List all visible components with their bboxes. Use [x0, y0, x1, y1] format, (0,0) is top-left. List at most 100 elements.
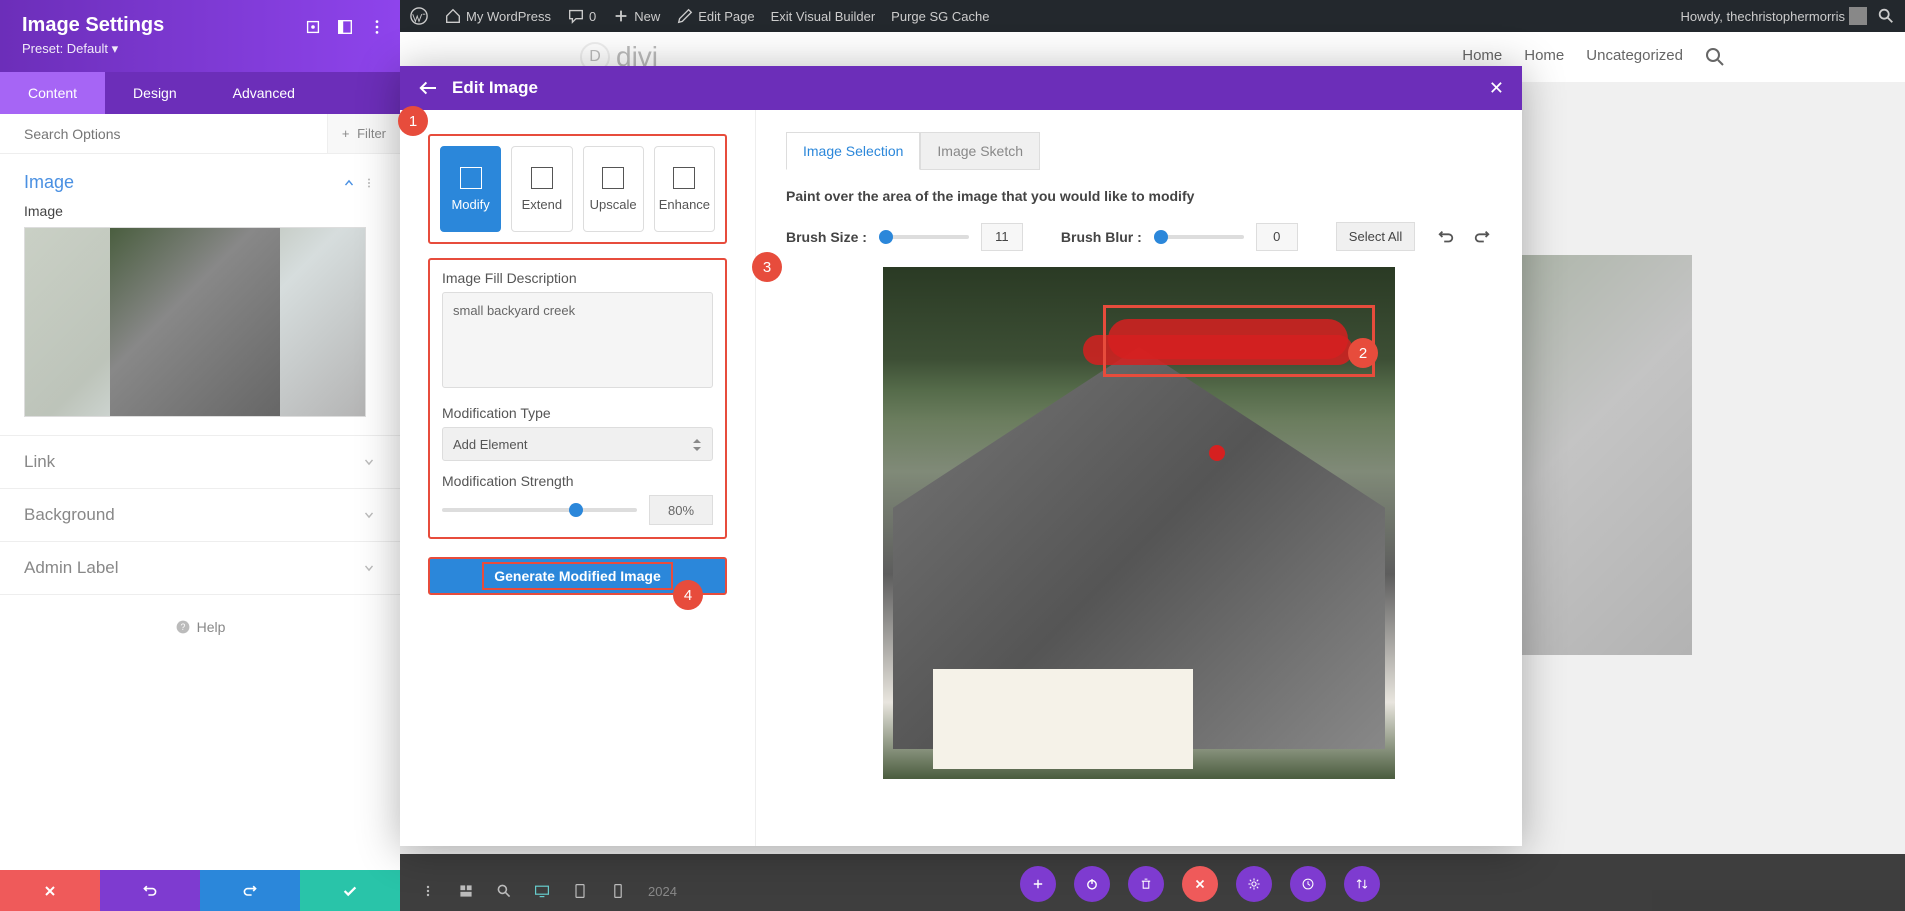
chevron-up-icon[interactable]	[342, 176, 356, 190]
more-icon[interactable]	[420, 883, 436, 899]
mobile-icon[interactable]	[610, 883, 626, 899]
redo-paint-icon[interactable]	[1473, 228, 1491, 246]
fill-description-input[interactable]: small backyard creek	[442, 292, 713, 388]
modify-icon	[460, 167, 482, 189]
more-v-icon[interactable]	[362, 176, 376, 190]
sort-icon	[1355, 877, 1369, 891]
modification-strength-slider[interactable]	[442, 508, 637, 512]
target-icon[interactable]	[304, 18, 322, 36]
discard-button[interactable]	[0, 870, 100, 911]
new-link[interactable]: New	[612, 7, 660, 25]
filter-button[interactable]: + Filter	[327, 114, 400, 153]
mode-modify[interactable]: Modify	[440, 146, 501, 232]
annotation-badge-4: 4	[673, 580, 703, 610]
annotation-badge-3: 3	[752, 252, 782, 282]
undo-button[interactable]	[100, 870, 200, 911]
extend-icon	[531, 167, 553, 189]
mode-extend[interactable]: Extend	[511, 146, 572, 232]
back-arrow-icon[interactable]	[418, 80, 438, 96]
more-icon[interactable]	[368, 18, 386, 36]
upscale-icon	[602, 167, 624, 189]
select-all-button[interactable]: Select All	[1336, 222, 1415, 251]
chevron-down-icon	[362, 455, 376, 469]
image-canvas[interactable]	[883, 267, 1395, 779]
tab-image-selection[interactable]: Image Selection	[786, 132, 920, 170]
trash-pill[interactable]	[1128, 866, 1164, 902]
save-button[interactable]	[300, 870, 400, 911]
edit-page-link[interactable]: Edit Page	[676, 7, 754, 25]
svg-text:?: ?	[180, 622, 185, 632]
help-link[interactable]: ?Help	[0, 595, 400, 659]
enhance-icon	[673, 167, 695, 189]
desktop-icon[interactable]	[534, 883, 550, 899]
add-pill[interactable]	[1020, 866, 1056, 902]
zoom-icon[interactable]	[496, 883, 512, 899]
undo-icon	[142, 883, 158, 899]
image-thumbnail[interactable]	[24, 227, 366, 417]
undo-paint-icon[interactable]	[1437, 228, 1455, 246]
pencil-icon	[676, 7, 694, 25]
wireframe-icon[interactable]	[458, 883, 474, 899]
exit-builder-link[interactable]: Exit Visual Builder	[771, 9, 876, 24]
paint-instruction: Paint over the area of the image that yo…	[786, 188, 1492, 204]
modification-type-select[interactable]: Add Element	[442, 427, 713, 461]
home-icon	[444, 7, 462, 25]
purge-cache-link[interactable]: Purge SG Cache	[891, 9, 989, 24]
brush-blur-value: 0	[1256, 223, 1298, 251]
trash-icon	[1139, 877, 1153, 891]
site-name-link[interactable]: My WordPress	[444, 7, 551, 25]
help-icon: ?	[175, 619, 191, 635]
image-field-label: Image	[0, 203, 400, 227]
comments-link[interactable]: 0	[567, 7, 596, 25]
power-pill[interactable]	[1074, 866, 1110, 902]
image-section-title[interactable]: Image	[24, 172, 74, 193]
accordion-background[interactable]: Background	[0, 489, 400, 542]
search-icon	[1877, 7, 1895, 25]
annotation-box-2	[1103, 305, 1375, 377]
history-pill[interactable]	[1290, 866, 1326, 902]
mode-upscale[interactable]: Upscale	[583, 146, 644, 232]
modification-type-label: Modification Type	[442, 405, 713, 421]
search-icon[interactable]	[1705, 47, 1725, 67]
bottom-left-tools: 2024	[420, 883, 677, 899]
brush-size-slider[interactable]	[879, 235, 969, 239]
gear-icon	[1247, 877, 1261, 891]
preset-selector[interactable]: Preset: Default ▾	[22, 41, 378, 57]
dock-icon[interactable]	[336, 18, 354, 36]
tablet-icon[interactable]	[572, 883, 588, 899]
annotation-badge-2: 2	[1348, 338, 1378, 368]
nav-home-2[interactable]: Home	[1524, 47, 1564, 67]
edit-image-modal: Edit Image ✕ Modify Extend Upscale Enhan…	[400, 66, 1522, 846]
annotation-badge-1: 1	[398, 106, 428, 136]
tab-advanced[interactable]: Advanced	[205, 72, 323, 114]
nav-uncategorized[interactable]: Uncategorized	[1586, 47, 1683, 67]
tab-image-sketch[interactable]: Image Sketch	[920, 132, 1040, 170]
check-icon	[341, 882, 359, 900]
close-icon	[42, 883, 58, 899]
mode-enhance[interactable]: Enhance	[654, 146, 715, 232]
brush-blur-slider[interactable]	[1154, 235, 1244, 239]
settings-header: Image Settings Preset: Default ▾	[0, 0, 400, 72]
fill-description-label: Image Fill Description	[442, 270, 713, 286]
accordion-link[interactable]: Link	[0, 436, 400, 489]
chevron-down-icon	[362, 561, 376, 575]
search-options-input[interactable]	[0, 126, 327, 142]
redo-button[interactable]	[200, 870, 300, 911]
gear-pill[interactable]	[1236, 866, 1272, 902]
brush-size-value: 11	[981, 223, 1023, 251]
howdy-link[interactable]: Howdy, thechristophermorris	[1681, 7, 1867, 25]
year-text: 2024	[648, 884, 677, 899]
plus-icon	[1031, 877, 1045, 891]
close-modal-button[interactable]: ✕	[1489, 78, 1504, 99]
wp-logo[interactable]	[410, 7, 428, 25]
close-icon	[1193, 877, 1207, 891]
sort-pill[interactable]	[1344, 866, 1380, 902]
accordion-admin-label[interactable]: Admin Label	[0, 542, 400, 595]
tab-design[interactable]: Design	[105, 72, 205, 114]
nav-home-1[interactable]: Home	[1462, 47, 1502, 67]
close-pill[interactable]	[1182, 866, 1218, 902]
tab-content[interactable]: Content	[0, 72, 105, 114]
admin-search[interactable]	[1877, 7, 1895, 25]
modal-title: Edit Image	[452, 78, 538, 98]
settings-tabs: Content Design Advanced	[0, 72, 400, 114]
